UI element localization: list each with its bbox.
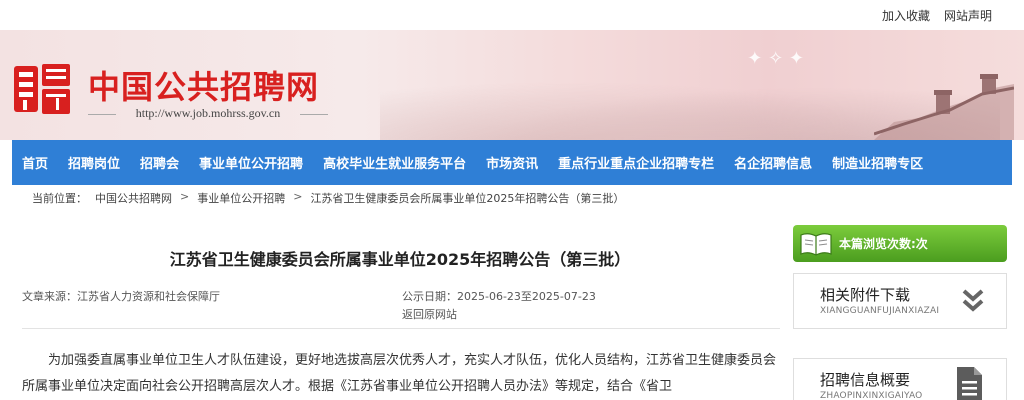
article-meta: 公示日期：2025-06-23至2025-07-23 返回原网站 xyxy=(402,288,596,324)
view-count-bar: 本篇浏览次数:次 xyxy=(793,225,1007,262)
open-book-icon xyxy=(800,232,832,256)
site-title[interactable]: 中国公共招聘网 xyxy=(88,62,319,108)
overview-title: 招聘信息概要 xyxy=(820,371,911,389)
publish-date: 公示日期：2025-06-23至2025-07-23 xyxy=(402,290,596,303)
breadcrumb-label: 当前位置： xyxy=(32,192,87,205)
add-favorite-link[interactable]: 加入收藏 xyxy=(882,7,930,24)
nav-public-institution[interactable]: 事业单位公开招聘 xyxy=(189,153,313,172)
back-to-source-link[interactable]: 返回原网站 xyxy=(402,306,596,324)
breadcrumb-current: 江苏省卫生健康委员会所属事业单位2025年招聘公告（第三批） xyxy=(310,192,625,205)
great-wall-icon xyxy=(874,74,1014,140)
nav-manufacturing[interactable]: 制造业招聘专区 xyxy=(822,153,933,172)
top-bar: 加入收藏 网站声明 xyxy=(0,0,1024,30)
breadcrumb: 当前位置： 中国公共招聘网 > 事业单位公开招聘 > 江苏省卫生健康委员会所属事… xyxy=(32,190,624,206)
overview-pinyin: ZHAOPINXINXIGAIYAO xyxy=(820,391,923,400)
article-source: 文章来源：江苏省人力资源和社会保障厅 xyxy=(22,290,220,303)
view-count-text: 本篇浏览次数:次 xyxy=(839,237,928,251)
stars-decoration: ✦ ✧ ✦ xyxy=(747,48,804,69)
breadcrumb-section[interactable]: 事业单位公开招聘 xyxy=(197,190,285,206)
breadcrumb-separator: > xyxy=(293,190,303,203)
nav-famous-companies[interactable]: 名企招聘信息 xyxy=(724,153,822,172)
top-links: 加入收藏 网站声明 xyxy=(882,7,992,24)
article-title: 江苏省卫生健康委员会所属事业单位2025年招聘公告（第三批） xyxy=(169,250,631,269)
nav-job-fair[interactable]: 招聘会 xyxy=(130,153,189,172)
divider xyxy=(22,328,780,329)
breadcrumb-home[interactable]: 中国公共招聘网 xyxy=(95,190,172,206)
double-chevron-down-icon[interactable] xyxy=(962,288,984,312)
header-banner: 中国公共招聘网 http://www.job.mohrss.gov.cn ✦ ✧… xyxy=(0,30,1024,140)
attachments-download-panel[interactable]: 相关附件下载 XIANGGUANFUJIANXIAZAI xyxy=(793,273,1007,329)
nav-market-news[interactable]: 市场资讯 xyxy=(476,153,548,172)
main-nav: 首页 招聘岗位 招聘会 事业单位公开招聘 高校毕业生就业服务平台 市场资讯 重点… xyxy=(12,140,1012,185)
job-overview-panel[interactable]: 招聘信息概要 ZHAOPINXINXIGAIYAO xyxy=(793,358,1007,400)
attachments-pinyin: XIANGGUANFUJIANXIAZAI xyxy=(820,306,940,316)
nav-key-industries[interactable]: 重点行业重点企业招聘专栏 xyxy=(548,153,724,172)
site-url: http://www.job.mohrss.gov.cn xyxy=(88,106,328,121)
nav-home[interactable]: 首页 xyxy=(12,153,58,172)
attachments-title: 相关附件下载 xyxy=(820,286,911,304)
document-icon[interactable] xyxy=(954,365,984,400)
nav-jobs[interactable]: 招聘岗位 xyxy=(58,153,130,172)
site-statement-link[interactable]: 网站声明 xyxy=(944,7,992,24)
logo-icon[interactable] xyxy=(14,60,72,118)
breadcrumb-separator: > xyxy=(180,190,190,203)
article-body: 为加强委直属事业单位卫生人才队伍建设，更好地选拔高层次优秀人才，充实人才队伍，优… xyxy=(22,353,777,394)
nav-graduate-platform[interactable]: 高校毕业生就业服务平台 xyxy=(313,153,476,172)
